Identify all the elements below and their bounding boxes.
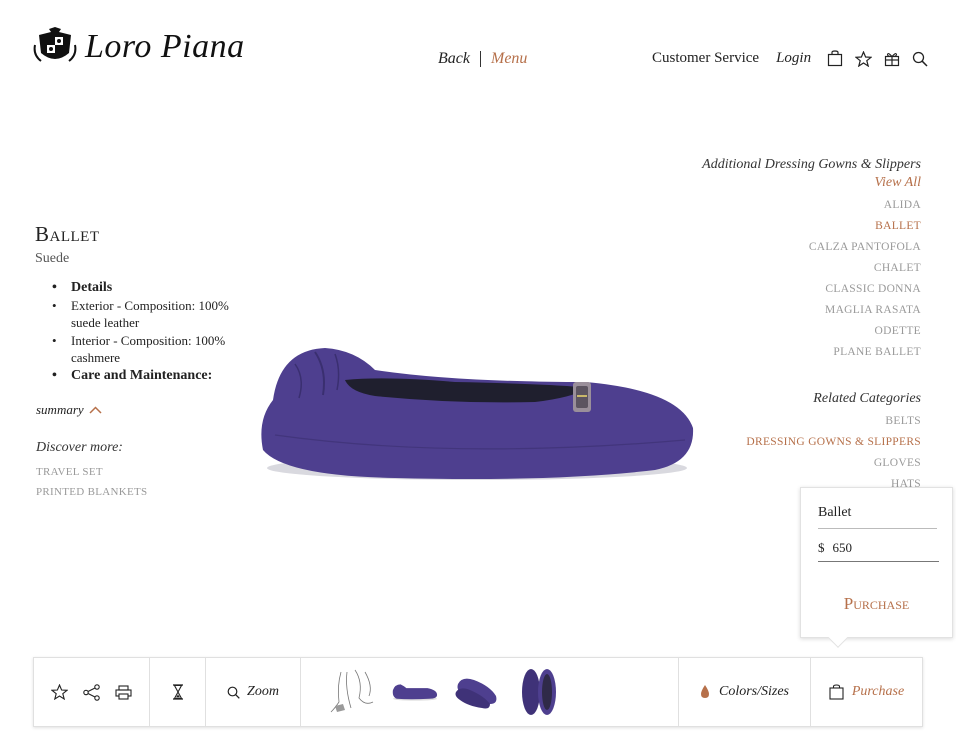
search-icon[interactable] bbox=[912, 51, 928, 67]
product-title: Ballet bbox=[35, 222, 100, 246]
utility-nav: Customer Service Login bbox=[652, 50, 928, 67]
zoom-button[interactable]: Zoom bbox=[206, 658, 301, 726]
discover-link-printed-blankets[interactable]: PRINTED BLANKETS bbox=[36, 482, 147, 502]
color-drop-icon bbox=[700, 685, 709, 698]
popup-purchase-button[interactable]: Purchase bbox=[801, 594, 952, 614]
zoom-icon bbox=[227, 686, 240, 699]
product-details: Details Exterior - Composition: 100% sue… bbox=[52, 279, 252, 384]
shopping-bag-icon bbox=[829, 684, 844, 700]
hourglass-icon[interactable] bbox=[172, 684, 184, 700]
thumbnail-sole-view[interactable] bbox=[515, 667, 563, 717]
login-link[interactable]: Login bbox=[776, 50, 811, 67]
bag-icon[interactable] bbox=[827, 50, 843, 67]
back-link[interactable]: Back bbox=[438, 50, 470, 68]
crest-icon bbox=[33, 27, 77, 62]
gift-icon[interactable] bbox=[884, 51, 900, 67]
view-all-link[interactable]: View All bbox=[874, 175, 921, 191]
additional-heading: Additional Dressing Gowns & Slippers bbox=[702, 157, 921, 172]
additional-list: ALIDA BALLET CALZA PANTOFOLA CHALET CLAS… bbox=[809, 195, 921, 363]
related-item-gloves[interactable]: GLOVES bbox=[746, 453, 921, 474]
additional-item-chalet[interactable]: CHALET bbox=[809, 258, 921, 279]
related-item-dressing-gowns[interactable]: DRESSING GOWNS & SLIPPERS bbox=[746, 432, 921, 453]
product-image bbox=[261, 348, 694, 480]
purchase-popup: Ballet $ 650 Purchase bbox=[800, 487, 953, 648]
brand-wordmark: Loro Piana bbox=[85, 28, 245, 65]
related-heading: Related Categories bbox=[813, 391, 921, 406]
popup-price-field: $ 650 bbox=[818, 538, 939, 562]
related-list: BELTS DRESSING GOWNS & SLIPPERS GLOVES H… bbox=[746, 411, 921, 495]
additional-item-ballet[interactable]: BALLET bbox=[809, 216, 921, 237]
detail-interior: Interior - Composition: 100% cashmere bbox=[52, 332, 252, 367]
toolbar-purchase-button[interactable]: Purchase bbox=[811, 658, 922, 726]
popup-product-name: Ballet bbox=[818, 505, 937, 529]
thumbnail-sketch[interactable] bbox=[329, 667, 377, 717]
chevron-up-icon bbox=[89, 406, 102, 414]
additional-item-maglia-rasata[interactable]: MAGLIA RASATA bbox=[809, 300, 921, 321]
zoom-label: Zoom bbox=[247, 684, 279, 699]
related-item-belts[interactable]: BELTS bbox=[746, 411, 921, 432]
nav-divider bbox=[479, 51, 481, 67]
star-icon[interactable] bbox=[855, 50, 873, 67]
menu-link[interactable]: Menu bbox=[491, 50, 527, 68]
colors-sizes-button[interactable]: Colors/Sizes bbox=[679, 658, 811, 726]
currency-symbol: $ bbox=[818, 539, 825, 555]
additional-item-alida[interactable]: ALIDA bbox=[809, 195, 921, 216]
thumbnail-side-view[interactable] bbox=[391, 667, 439, 717]
discover-link-travel-set[interactable]: TRAVEL SET bbox=[36, 462, 147, 482]
price-value: 650 bbox=[832, 539, 853, 555]
discover-heading: Discover more: bbox=[36, 440, 123, 455]
popup-pointer bbox=[828, 628, 848, 648]
customer-service-link[interactable]: Customer Service bbox=[652, 50, 759, 67]
main-nav: Back Menu bbox=[438, 50, 527, 68]
print-icon[interactable] bbox=[115, 684, 132, 700]
bottom-toolbar: Zoom Colors/Sizes Purchase bbox=[33, 657, 923, 727]
toolbar-purchase-label: Purchase bbox=[851, 684, 905, 699]
colors-sizes-label: Colors/Sizes bbox=[718, 684, 789, 699]
care-heading: Care and Maintenance: bbox=[52, 367, 252, 385]
additional-item-odette[interactable]: ODETTE bbox=[809, 321, 921, 342]
detail-exterior: Exterior - Composition: 100% suede leath… bbox=[52, 297, 252, 332]
thumbnail-pair-view[interactable] bbox=[453, 667, 501, 717]
thumbnail-strip bbox=[301, 658, 679, 726]
summary-label: summary bbox=[36, 402, 84, 417]
additional-item-calza-pantofola[interactable]: CALZA PANTOFOLA bbox=[809, 237, 921, 258]
additional-item-classic-donna[interactable]: CLASSIC DONNA bbox=[809, 279, 921, 300]
toolbar-actions bbox=[34, 658, 150, 726]
favorite-star-icon[interactable] bbox=[51, 684, 68, 700]
product-subtitle: Suede bbox=[35, 251, 70, 266]
brand-logo[interactable]: Loro Piana bbox=[33, 27, 245, 67]
share-icon[interactable] bbox=[82, 683, 101, 701]
summary-toggle[interactable]: summary bbox=[36, 402, 102, 418]
discover-links: TRAVEL SET PRINTED BLANKETS bbox=[36, 462, 147, 502]
additional-item-plane-ballet[interactable]: PLANE BALLET bbox=[809, 342, 921, 363]
toolbar-history bbox=[150, 658, 206, 726]
details-heading: Details bbox=[52, 279, 252, 297]
